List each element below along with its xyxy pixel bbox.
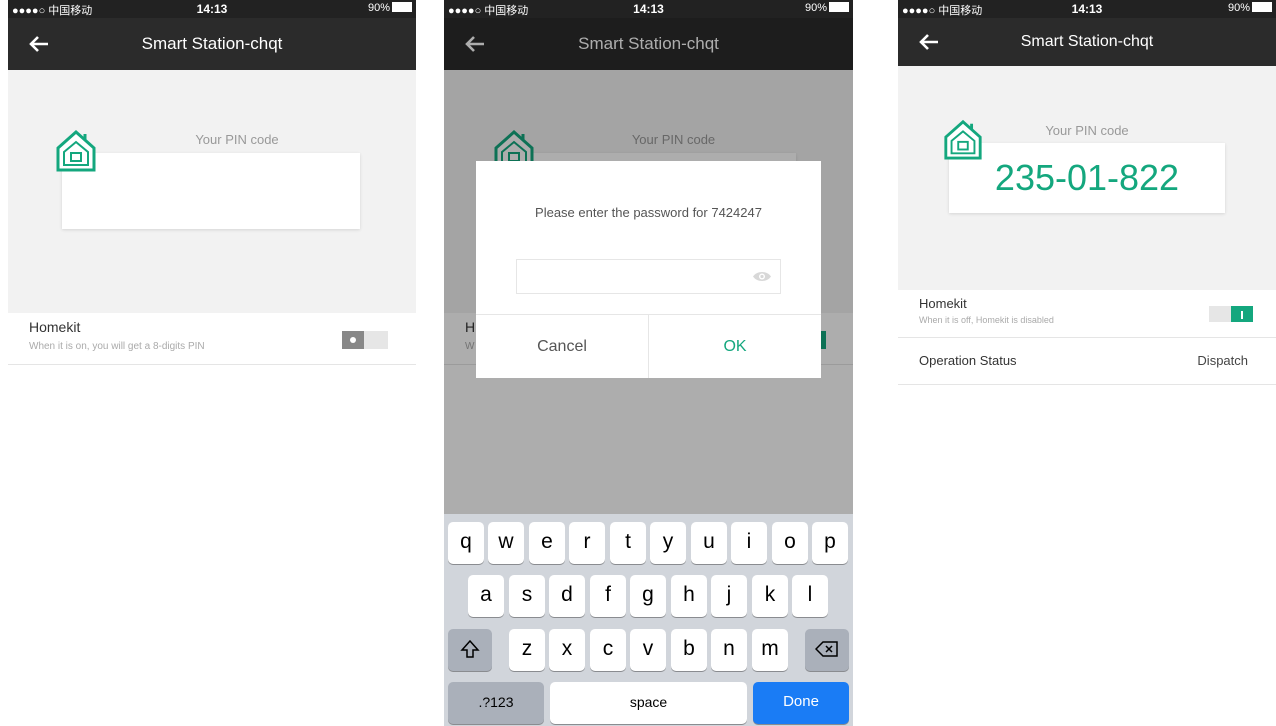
battery-icon [829,2,849,12]
key-i[interactable]: i [731,522,767,564]
key-u[interactable]: u [691,522,727,564]
toggle-knob [342,331,364,349]
screen-pin-empty: ●●●●○ 中国移动 14:13 90% Smart Station-chqt … [8,0,416,726]
nav-bar: Smart Station-chqt [898,18,1276,66]
key-m[interactable]: m [752,629,788,671]
operation-status-value: Dispatch [1197,353,1248,368]
dialog-message: Please enter the password for 7424247 [535,205,762,220]
key-v[interactable]: v [630,629,666,671]
homekit-title: Homekit [29,319,81,335]
pin-code-box: 235-01-822 [949,143,1225,213]
pin-panel: Your PIN code 235-01-822 [898,66,1276,290]
homekit-row: Homekit When it is on, you will get a 8-… [8,313,416,365]
key-y[interactable]: y [650,522,686,564]
nav-bar: Smart Station-chqt [8,18,416,70]
homekit-subtitle: When it is on, you will get a 8-digits P… [29,341,205,352]
homekit-subtitle: When it is off, Homekit is disabled [919,315,1054,325]
clock: 14:13 [633,2,664,16]
key-s[interactable]: s [509,575,545,617]
key-a[interactable]: a [468,575,504,617]
key-b[interactable]: b [671,629,707,671]
key-t[interactable]: t [610,522,646,564]
pin-code-box [62,153,360,229]
key-q[interactable]: q [448,522,484,564]
clock: 14:13 [196,2,228,16]
show-password-eye-icon[interactable] [752,270,772,283]
screen-password-dialog: ●●●●○ 中国移动 14:13 90% Smart Station-chqt … [444,0,853,726]
battery-label: 90% [1227,2,1250,14]
key-z[interactable]: z [509,629,545,671]
key-r[interactable]: r [569,522,605,564]
key-x[interactable]: x [549,629,585,671]
key-c[interactable]: c [590,629,626,671]
keyboard: q w e r t y u i o p a s d f g h j k l z … [444,514,853,726]
clock: 14:13 [1071,2,1103,16]
shift-arrow-icon [460,640,480,659]
pin-code: 235-01-822 [994,157,1180,198]
key-n[interactable]: n [711,629,747,671]
key-j[interactable]: j [711,575,747,617]
homekit-toggle[interactable] [1209,306,1253,322]
battery-label: 90% [367,2,390,14]
operation-status-row: Operation Status Dispatch [898,338,1276,385]
toggle-knob [1231,306,1253,322]
pin-panel: Your PIN code [8,70,416,313]
homekit-toggle[interactable] [342,331,388,349]
page-title: Smart Station-chqt [141,34,283,53]
key-h[interactable]: h [671,575,707,617]
battery-indicator: 90% [805,2,849,14]
backspace-icon [814,641,838,658]
battery-icon [392,2,412,12]
password-dialog: Please enter the password for 7424247 Ca… [476,161,821,378]
space-key[interactable]: space [550,682,747,724]
key-g[interactable]: g [630,575,666,617]
key-w[interactable]: w [488,522,524,564]
battery-indicator: 90% [368,2,412,14]
status-bar: ●●●●○ 中国移动 14:13 90% [8,0,416,18]
ok-button[interactable]: OK [649,315,821,378]
homekit-house-icon [944,119,982,160]
page-title: Smart Station-chqt [1020,33,1154,50]
key-d[interactable]: d [549,575,585,617]
homekit-row: Homekit When it is off, Homekit is disab… [898,290,1276,338]
operation-status-label: Operation Status [919,353,1017,368]
key-p[interactable]: p [812,522,848,564]
backspace-key[interactable] [805,629,849,671]
screen-pin-shown: ●●●●○ 中国移动 14:13 90% Smart Station-chqt … [898,0,1276,726]
battery-indicator: 90% [1228,2,1272,14]
key-l[interactable]: l [792,575,828,617]
status-bar: ●●●●○ 中国移动 14:13 90% [444,0,853,18]
key-k[interactable]: k [752,575,788,617]
battery-label: 90% [804,2,827,14]
key-o[interactable]: o [772,522,808,564]
key-e[interactable]: e [529,522,565,564]
status-bar: ●●●●○ 中国移动 14:13 90% [898,0,1276,18]
cancel-button[interactable]: Cancel [476,315,649,378]
done-key[interactable]: Done [753,682,849,724]
dialog-buttons: Cancel OK [476,314,821,378]
battery-icon [1252,2,1272,12]
shift-key[interactable] [448,629,492,671]
homekit-title: Homekit [919,296,967,311]
numbers-key[interactable]: .?123 [448,682,544,724]
password-input[interactable] [516,259,781,294]
homekit-house-icon [56,129,96,172]
key-f[interactable]: f [590,575,626,617]
